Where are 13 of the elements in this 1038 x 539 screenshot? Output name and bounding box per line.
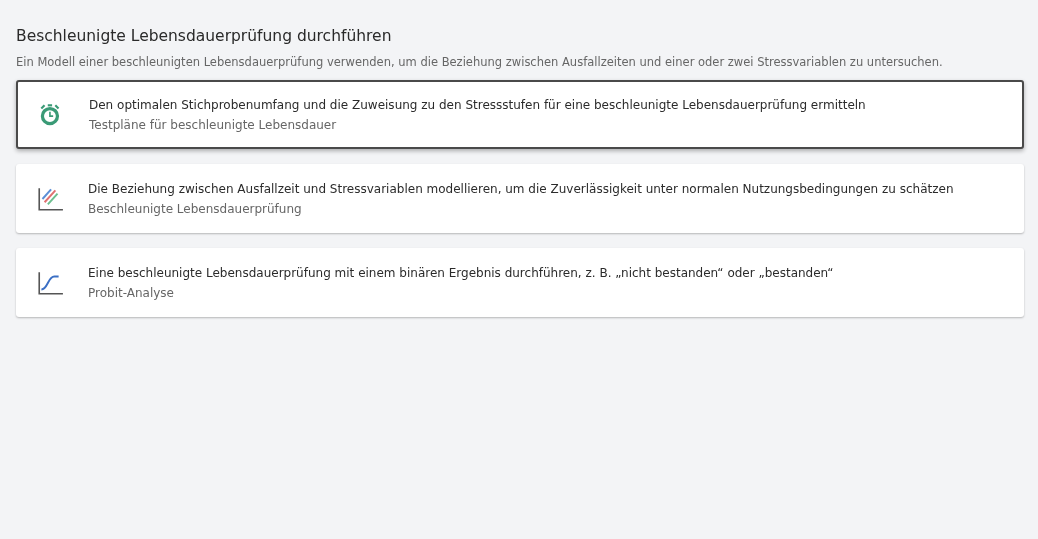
page-title: Beschleunigte Lebensdauerprüfung durchführen (16, 27, 393, 45)
option-subtitle: Testpläne für beschleunigte Lebensdauer (89, 117, 338, 132)
option-heading: Eine beschleunigte Lebensdauerprüfung mit einem binären Ergebnis durchführen, z. B. „nicht bestanden“ oder „bestanden“ (88, 265, 834, 280)
option-subtitle: Probit-Analyse (88, 285, 175, 300)
page-description: Ein Modell einer beschleunigten Lebensdauerprüfung verwenden, um die Beziehung zwischen Ausfallzeiten und einer oder zwei Stressvariablen zu untersuchen. (16, 55, 944, 69)
line-chart-icon (36, 185, 64, 212)
option-card[interactable]: Eine beschleunigte Lebensdauerprüfung mit einem binären Ergebnis durchführen, z. B. „nicht bestanden“ oder „bestanden“ Probit-Analyse (16, 248, 1024, 317)
option-card[interactable]: Den optimalen Stichprobenumfang und die Zuweisung zu den Stressstufen für eine beschleunigte Lebensdauerprüfung ermitteln Testpläne für beschleunigte Lebensdauer (16, 80, 1024, 149)
option-heading: Die Beziehung zwischen Ausfallzeit und Stressvariablen modellieren, um die Zuverlässigkeit unter normalen Nutzungsbedingungen zu schätzen (88, 181, 954, 196)
option-subtitle: Beschleunigte Lebensdauerprüfung (88, 201, 303, 216)
option-heading: Den optimalen Stichprobenumfang und die Zuweisung zu den Stressstufen für eine beschleunigte Lebensdauerprüfung ermitteln (89, 97, 866, 112)
s-curve-chart-icon (36, 269, 64, 296)
option-card[interactable]: Die Beziehung zwischen Ausfallzeit und Stressvariablen modellieren, um die Zuverlässigkeit unter normalen Nutzungsbedingungen zu schätzen Beschleunigte Lebensdauerprüfung (16, 164, 1024, 233)
